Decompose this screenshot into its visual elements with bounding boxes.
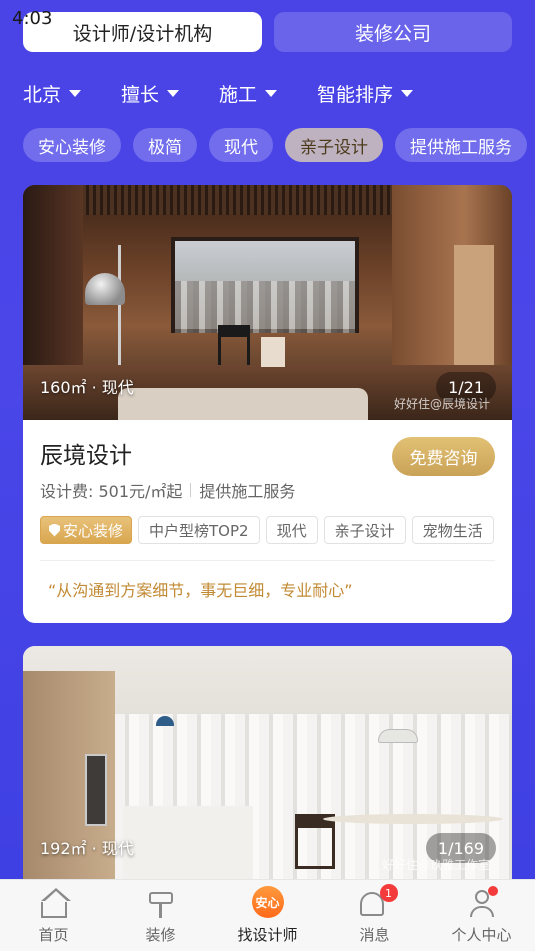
- filter-city-label: 北京: [23, 84, 62, 106]
- chip-minimal[interactable]: 极简: [133, 128, 197, 162]
- person-icon: [468, 886, 498, 918]
- photo-door: [454, 245, 494, 365]
- filter-construction-label: 施工: [219, 84, 258, 106]
- tab-decoration-company[interactable]: 装修公司: [274, 12, 512, 52]
- photo-chair: [295, 814, 335, 869]
- bottom-tab-bar: 首页 装修 安心 找设计师 1 消息 个人中心: [0, 879, 535, 951]
- status-bar-time: 4:03: [12, 8, 53, 29]
- tab-label: 消息: [359, 926, 390, 944]
- tab-messages[interactable]: 1 消息: [321, 880, 428, 951]
- bell-icon-wrap: 1: [359, 884, 398, 918]
- anxin-badge: 安心装修: [40, 516, 133, 544]
- tag: 宠物生活: [411, 516, 494, 544]
- filter-sort-label: 智能排序: [317, 84, 394, 106]
- photo-caption: 160㎡ · 现代: [40, 378, 134, 397]
- tab-profile[interactable]: 个人中心: [428, 880, 535, 951]
- designer-icon: 安心: [251, 886, 284, 918]
- filter-city[interactable]: 北京: [23, 80, 82, 107]
- tab-label: 个人中心: [451, 926, 512, 944]
- photo-watermark: 好好住@辰境设计: [393, 397, 490, 411]
- tag-list: 安心装修 中户型榜TOP2 现代 亲子设计 宠物生活: [40, 516, 495, 544]
- photo-chair: [218, 325, 250, 365]
- filter-specialty-label: 擅长: [121, 84, 160, 106]
- caret-down-icon: [401, 90, 414, 97]
- photo-lamp: [378, 729, 418, 743]
- divider: [40, 560, 495, 561]
- tab-label: 首页: [38, 926, 69, 944]
- photo-box: [261, 337, 285, 367]
- case-photo[interactable]: 160㎡ · 现代 1/21 好好住@辰境设计: [23, 185, 512, 420]
- tab-label: 找设计师: [237, 926, 298, 944]
- service-label: 提供施工服务: [199, 482, 296, 501]
- divider: [190, 483, 192, 497]
- photo-window: [171, 237, 359, 333]
- photo-sofa: [118, 388, 368, 420]
- filter-construction[interactable]: 施工: [219, 80, 278, 107]
- tag-chip-row: 安心装修 极简 现代 亲子设计 提供施工服务: [23, 128, 527, 162]
- filter-specialty[interactable]: 擅长: [121, 80, 180, 107]
- tag: 中户型榜TOP2: [138, 516, 260, 544]
- photo-island: [123, 806, 253, 881]
- tab-decoration[interactable]: 装修: [107, 880, 214, 951]
- caret-down-icon: [69, 90, 82, 97]
- fee-row: 设计费: 501元/㎡起 提供施工服务: [40, 478, 495, 502]
- photo-lamp: [85, 273, 125, 305]
- tag: 现代: [265, 516, 318, 544]
- chip-family-design[interactable]: 亲子设计: [285, 128, 383, 162]
- tag: 亲子设计: [323, 516, 406, 544]
- review-quote: “从沟通到方案细节，事无巨细，专业耐心”: [48, 581, 353, 600]
- filter-bar: 北京 擅长 施工 智能排序: [23, 80, 453, 107]
- paint-roller-icon: [148, 890, 173, 918]
- photo-caption: 192㎡ · 现代: [40, 839, 134, 858]
- photo-watermark: 好好住@玖雅工作室: [381, 858, 490, 872]
- design-fee: 设计费: 501元/㎡起: [40, 482, 183, 501]
- card-body: 辰境设计 免费咨询 设计费: 501元/㎡起 提供施工服务 安心装修 中户型榜T…: [23, 420, 512, 601]
- tab-home[interactable]: 首页: [0, 880, 107, 951]
- tab-find-designer[interactable]: 安心 找设计师: [214, 880, 321, 951]
- chip-anxin[interactable]: 安心装修: [23, 128, 121, 162]
- anxin-badge-label: 安心装修: [63, 521, 124, 540]
- caret-down-icon: [167, 90, 180, 97]
- home-icon: [40, 888, 71, 918]
- tab-label: 装修: [145, 926, 176, 944]
- tab-designer[interactable]: 设计师/设计机构: [23, 12, 262, 52]
- filter-sort[interactable]: 智能排序: [317, 80, 414, 107]
- chip-modern[interactable]: 现代: [209, 128, 273, 162]
- photo-table: [323, 814, 503, 824]
- designer-card[interactable]: 160㎡ · 现代 1/21 好好住@辰境设计 辰境设计 免费咨询 设计费: 5…: [23, 185, 512, 623]
- notification-dot: [487, 886, 498, 896]
- case-photo[interactable]: 192㎡ · 现代 1/169 好好住@玖雅工作室: [23, 646, 512, 881]
- message-badge: 1: [379, 884, 398, 902]
- caret-down-icon: [265, 90, 278, 97]
- photo-oven: [85, 754, 107, 826]
- free-consult-button[interactable]: 免费咨询: [392, 437, 495, 476]
- chip-construction-service[interactable]: 提供施工服务: [395, 128, 527, 162]
- shield-icon: [49, 523, 60, 537]
